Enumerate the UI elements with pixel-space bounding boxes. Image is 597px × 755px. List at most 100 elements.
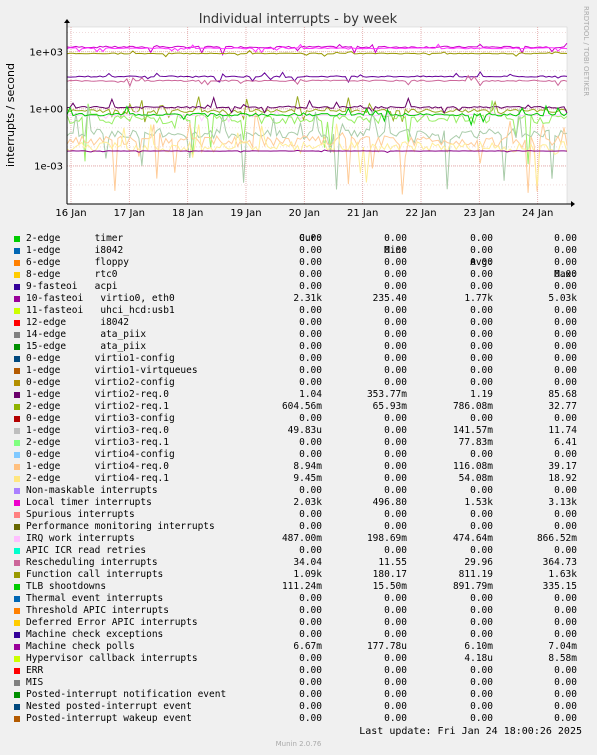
legend-max: 0.00 (554, 305, 577, 316)
legend-cur: 0.00 (299, 701, 322, 712)
legend-min: 0.00 (384, 689, 407, 700)
legend-max: 364.73 (542, 557, 577, 568)
legend-avg: 0.00 (470, 677, 493, 688)
legend-min: 235.40 (372, 293, 407, 304)
legend-max: 0.00 (554, 353, 577, 364)
legend-max: 0.00 (554, 545, 577, 556)
legend-min: 0.00 (384, 473, 407, 484)
legend-min: 496.80 (372, 497, 407, 508)
legend-name: Nested posted-interrupt event (26, 701, 192, 712)
legend-avg: 0.00 (470, 521, 493, 532)
legend-min: 0.00 (384, 545, 407, 556)
legend-name: 9-fasteoi acpi (26, 281, 118, 292)
legend-name: 1-edge virtio4-req.0 (26, 461, 169, 472)
legend-cur: 34.04 (293, 557, 322, 568)
legend-cur: 0.00 (299, 509, 322, 520)
legend-name: 2-edge virtio3-req.1 (26, 437, 169, 448)
legend-row: Thermal event interrupts 0.00 0.00 0.00 0.00 (0, 593, 597, 605)
legend-avg: 0.00 (470, 281, 493, 292)
legend-swatch (14, 644, 20, 650)
legend-avg: 6.10m (464, 641, 493, 652)
legend-cur: 0.00 (299, 521, 322, 532)
legend-row: 8-edge rtc0 0.00 0.00 0.00 0.00 (0, 269, 597, 281)
legend-row: 14-edge ata_piix 0.00 0.00 0.00 0.00 (0, 329, 597, 341)
legend-cur: 0.00 (299, 377, 322, 388)
legend-cur: 0.00 (299, 665, 322, 676)
legend-swatch (14, 620, 20, 626)
legend-cur: 0.00 (299, 353, 322, 364)
legend-cur: 9.45m (293, 473, 322, 484)
legend-max: 0.00 (554, 329, 577, 340)
legend-avg: 0.00 (470, 317, 493, 328)
legend-name: 14-edge ata_piix (26, 329, 147, 340)
legend-min: 353.77m (366, 389, 407, 400)
legend-cur: 0.00 (299, 605, 322, 616)
legend-max: 39.17 (548, 461, 577, 472)
y-tick-label: 1e+00 (29, 104, 63, 115)
legend-swatch (14, 236, 20, 242)
legend-min: 0.00 (384, 425, 407, 436)
legend-min: 0.00 (384, 269, 407, 280)
legend-max: 0.00 (554, 281, 577, 292)
legend-cur: 0.00 (299, 677, 322, 688)
legend-avg: 0.00 (470, 617, 493, 628)
legend-max: 0.00 (554, 365, 577, 376)
legend-header: Cur: Min: Avg: Max: (0, 221, 597, 280)
legend-min: 0.00 (384, 305, 407, 316)
legend-cur: 0.00 (299, 617, 322, 628)
legend-row: Function call interrupts 1.09k 180.17 811.1… (0, 569, 597, 581)
legend-avg: 1.77k (464, 293, 493, 304)
legend-avg: 0.00 (470, 449, 493, 460)
legend-max: 1.63k (548, 569, 577, 580)
legend-row: TLB shootdowns 111.24m 15.50m 891.79m 335.15 (0, 581, 597, 593)
x-tick-label: 24 Jan (522, 208, 553, 219)
chart-title: Individual interrupts - by week (199, 12, 398, 27)
legend-swatch (14, 692, 20, 698)
legend-cur: 8.94m (293, 461, 322, 472)
legend-min: 0.00 (384, 281, 407, 292)
legend-row: Machine check exceptions 0.00 0.00 0.00 0.00 (0, 629, 597, 641)
legend-row: MIS 0.00 0.00 0.00 0.00 (0, 677, 597, 689)
legend-swatch (14, 332, 20, 338)
legend-max: 0.00 (554, 449, 577, 460)
legend-swatch (14, 248, 20, 254)
legend-avg: 0.00 (470, 593, 493, 604)
legend-max: 0.00 (554, 605, 577, 616)
legend-avg: 0.00 (470, 413, 493, 424)
legend-name: 0-edge virtio1-config (26, 353, 175, 364)
legend-avg: 0.00 (470, 353, 493, 364)
legend-min: 0.00 (384, 233, 407, 244)
legend-avg: 474.64m (452, 533, 493, 544)
legend-min: 0.00 (384, 653, 407, 664)
legend-avg: 77.83m (458, 437, 493, 448)
legend-name: 12-edge i8042 (26, 317, 129, 328)
legend-avg: 0.00 (470, 341, 493, 352)
legend-avg: 786.08m (452, 401, 493, 412)
legend-max: 0.00 (554, 317, 577, 328)
legend-max: 0.00 (554, 713, 577, 724)
legend-min: 0.00 (384, 701, 407, 712)
legend-avg: 0.00 (470, 365, 493, 376)
legend-avg: 0.00 (470, 509, 493, 520)
y-axis-label: interrupts / second (4, 63, 17, 167)
legend-max: 11.74 (548, 425, 577, 436)
legend-name: APIC ICR read retries (26, 545, 147, 556)
legend-min: 0.00 (384, 593, 407, 604)
legend-name: Spurious interrupts (26, 509, 135, 520)
legend-row: Local timer interrupts 2.03k 496.80 1.53k 3.… (0, 497, 597, 509)
legend-swatch (14, 512, 20, 518)
legend-row: Spurious interrupts 0.00 0.00 0.00 0.00 (0, 509, 597, 521)
legend-max: 0.00 (554, 485, 577, 496)
legend-avg: 0.00 (470, 269, 493, 280)
legend-cur: 0.00 (299, 713, 322, 724)
legend-row: 2-edge timer 0.00 0.00 0.00 0.00 (0, 233, 597, 245)
legend-row: 0-edge virtio3-config 0.00 0.00 0.00 0.00 (0, 413, 597, 425)
legend-name: Rescheduling interrupts (26, 557, 158, 568)
legend-cur: 0.00 (299, 257, 322, 268)
legend-cur: 0.00 (299, 485, 322, 496)
legend-row: Machine check polls 6.67m 177.78u 6.10m 7.04… (0, 641, 597, 653)
legend-name: 15-edge ata_piix (26, 341, 147, 352)
legend-avg: 0.00 (470, 257, 493, 268)
legend-cur: 0.00 (299, 689, 322, 700)
x-tick-label: 22 Jan (405, 208, 436, 219)
